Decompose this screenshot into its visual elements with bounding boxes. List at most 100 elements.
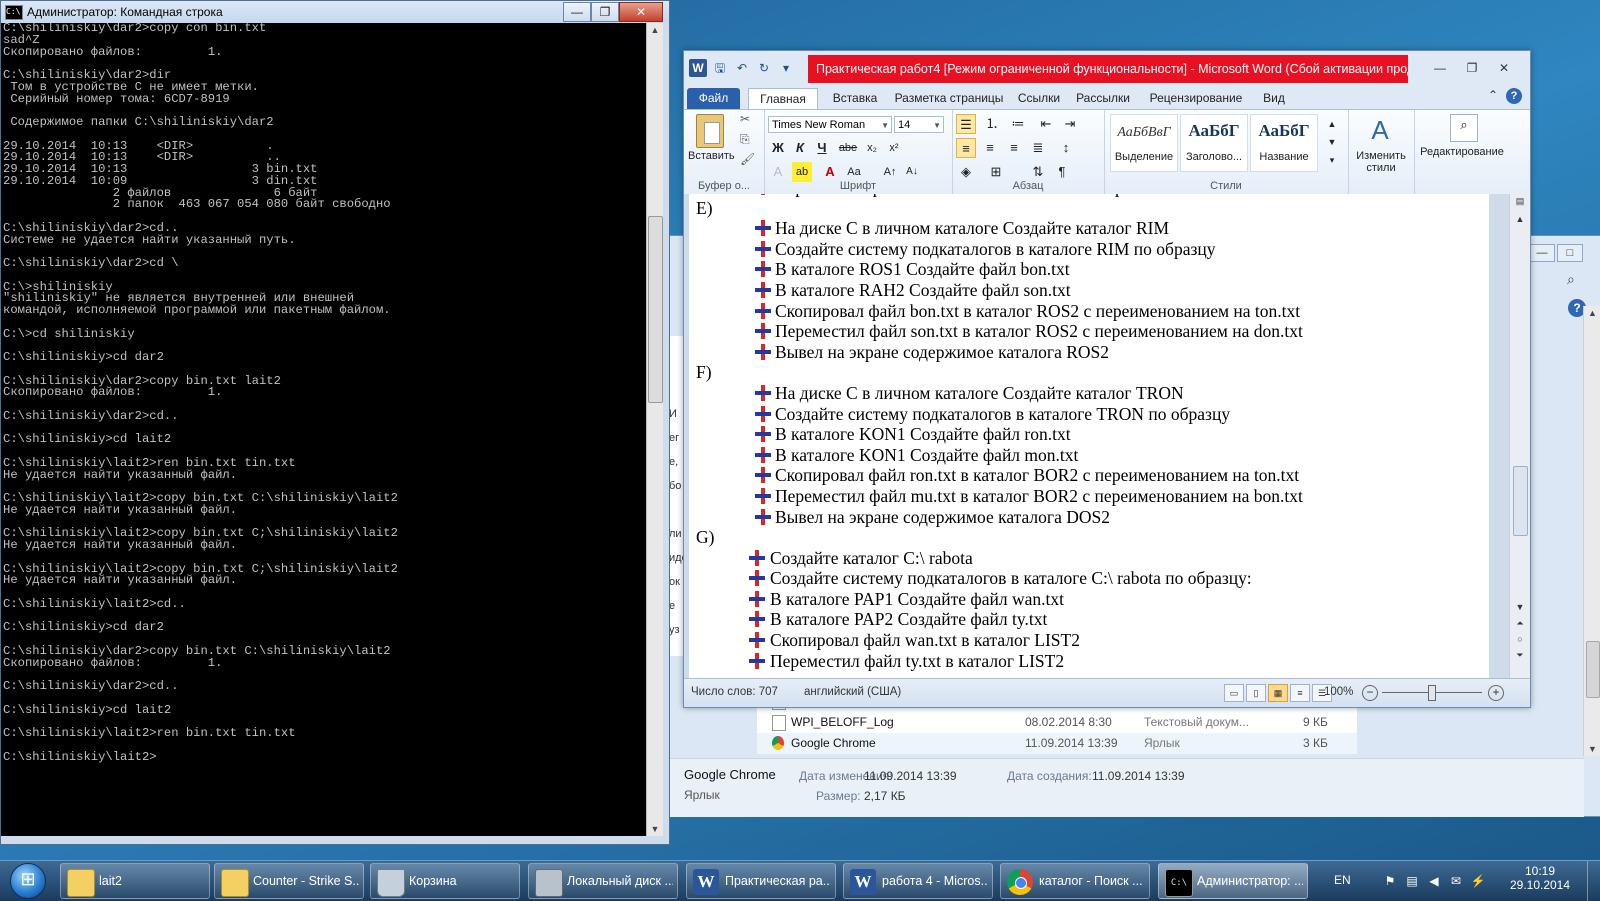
text-effects-icon[interactable]: A [768,162,788,182]
zoom-in-icon[interactable]: + [1488,685,1504,701]
taskbar-button[interactable]: Локальный диск ... [528,863,678,899]
show-desktop-button[interactable] [1587,861,1600,901]
word-title-bar[interactable]: W 🖫 ↶ ↻ ▾ Практическая работ4 [Режим огр… [684,51,1530,85]
prev-page-icon[interactable]: ⏶ [1510,618,1530,629]
tab-view[interactable]: Вид [1256,88,1292,109]
print-layout-view-icon[interactable]: ▭ [1224,684,1244,702]
flag-icon[interactable]: ✉ [1448,873,1464,889]
scroll-up-icon[interactable]: ▲ [647,25,663,35]
tab-references[interactable]: Ссылки [1012,88,1066,109]
styles-more-icon[interactable]: ▾ [1322,150,1342,170]
increase-indent-icon[interactable]: ⇥ [1060,114,1080,134]
taskbar-button[interactable]: каталог - Поиск ... [1000,863,1150,899]
zoom-level[interactable]: 100% [1324,686,1353,698]
full-screen-reading-icon[interactable]: ▯ [1246,684,1266,702]
style-emphasis[interactable]: АаБбВвГ Выделение [1110,114,1178,172]
file-row[interactable]: WPI_BELOFF_Log 08.02.2014 8:30 Текстовый д… [757,712,1357,733]
change-styles-button[interactable]: Изменить стили [1350,150,1412,174]
scroll-thumb[interactable] [1586,641,1600,698]
outline-view-icon[interactable]: ≡ [1290,684,1310,702]
styles-scroll-down-icon[interactable]: ▼ [1322,132,1342,152]
underline-icon[interactable]: Ч [812,138,832,158]
close-icon[interactable]: ✕ [1488,59,1520,77]
volume-icon[interactable]: ◀ [1426,873,1442,889]
next-page-icon[interactable]: ⏷ [1510,650,1530,661]
scroll-thumb[interactable] [1513,466,1528,536]
find-icon[interactable]: ⌕ [1450,114,1478,142]
minimize-icon[interactable]: — [1529,244,1555,262]
paste-icon[interactable] [696,114,724,148]
close-icon[interactable]: ✕ [619,2,663,22]
shrink-font-icon[interactable]: A↓ [902,162,922,182]
word-count[interactable]: Число слов: 707 [691,686,778,698]
justify-icon[interactable]: ≣ [1028,138,1048,158]
show-marks-icon[interactable]: ¶ [1052,162,1072,182]
minimize-icon[interactable]: — [1424,59,1456,77]
editing-button[interactable]: Редактирование [1414,146,1510,158]
taskbar-button[interactable]: Wработа 4 - Micros... [843,863,993,899]
taskbar-button[interactable]: Counter - Strike S... [214,863,364,899]
document-text[interactable]: Переместил файл blinkk в каталог LAIT2 с… [689,194,1489,671]
numbering-icon[interactable]: ⒈ [982,114,1002,134]
zoom-slider-thumb[interactable] [1428,685,1436,701]
italic-icon[interactable]: К [790,138,810,158]
word-window[interactable]: W 🖫 ↶ ↻ ▾ Практическая работ4 [Режим огр… [683,50,1531,708]
change-styles-icon[interactable]: A [1370,114,1390,146]
help-icon[interactable]: ? [1506,88,1522,104]
browse-object-icon[interactable]: ○ [1510,634,1530,644]
scroll-thumb[interactable] [648,216,663,403]
collapse-ribbon-icon[interactable]: ⌃ [1488,88,1498,104]
minimize-icon[interactable]: — [563,2,591,22]
styles-scroll-up-icon[interactable]: ▲ [1322,114,1342,134]
tab-mailings[interactable]: Рассылки [1070,88,1136,109]
network-icon[interactable]: ▤ [1404,873,1420,889]
taskbar-button[interactable]: lait2 [60,863,210,899]
maximize-icon[interactable]: ❐ [1456,59,1488,77]
cmd-title-bar[interactable]: C:\ Администратор: Командная строка — ❐ … [1,1,669,23]
paste-button[interactable]: Вставить [688,150,735,162]
bullets-icon[interactable]: ☰ [956,114,976,134]
align-right-icon[interactable]: ≡ [1004,138,1024,158]
zoom-out-icon[interactable]: − [1362,685,1378,701]
bold-icon[interactable]: Ж [768,138,788,158]
change-case-icon[interactable]: Aa [844,162,864,182]
tab-review[interactable]: Рецензирование [1142,88,1250,109]
sort-icon[interactable]: ⇅ [1028,162,1048,182]
tab-file[interactable]: Файл [687,88,740,109]
ruler-toggle-icon[interactable]: ▤ [1510,196,1530,207]
font-name-select[interactable]: Times New Roman ▼ [768,116,892,133]
input-language[interactable]: EN [1334,873,1351,887]
align-left-icon[interactable]: ≡ [956,138,976,158]
power-icon[interactable]: ⚡ [1470,873,1486,889]
highlight-icon[interactable]: ab [792,162,812,182]
word-logo-icon[interactable]: W [689,59,707,77]
font-color-icon[interactable]: A [820,162,840,182]
scroll-up-icon[interactable]: ▲ [1584,308,1600,318]
taskbar-button[interactable]: W Практическая ра... [686,863,836,899]
scroll-down-icon[interactable]: ▼ [647,824,663,834]
copy-icon[interactable]: ⎘ [740,132,750,147]
font-size-select[interactable]: 14 ▼ [894,116,944,133]
align-center-icon[interactable]: ≡ [980,138,1000,158]
scroll-down-icon[interactable]: ▼ [1510,602,1530,612]
style-title[interactable]: АаБбГ Название [1250,114,1318,172]
superscript-icon[interactable]: x² [884,138,904,158]
tab-page-layout[interactable]: Разметка страницы [890,88,1008,109]
action-center-icon[interactable]: ⚑ [1382,873,1398,889]
clock[interactable]: 10:19 29.10.2014 [1505,864,1575,892]
search-icon[interactable]: ⌕ [1567,271,1589,291]
cmd-console[interactable]: C:\shiliniskiy\dar2>copy con bin.txt sad… [1,23,648,836]
format-painter-icon[interactable]: 🖌 [740,152,755,166]
tab-home[interactable]: Главная [748,88,818,110]
multilevel-list-icon[interactable]: ≔ [1008,114,1028,134]
line-spacing-icon[interactable]: ↕ [1056,138,1076,158]
cmd-window[interactable]: C:\ Администратор: Командная строка — ❐ … [0,0,670,845]
redo-icon[interactable]: ↻ [755,59,773,77]
shading-icon[interactable]: ◈ [956,162,976,182]
borders-icon[interactable]: ⊞ [986,162,1006,182]
strikethrough-icon[interactable]: abe [838,138,858,158]
taskbar-button[interactable]: C:\ Администратор: ... [1158,863,1308,899]
maximize-icon[interactable]: ❐ [591,2,619,22]
tab-insert[interactable]: Вставка [824,88,886,109]
explorer-scrollbar[interactable]: ▲ ▼ [1583,306,1600,756]
